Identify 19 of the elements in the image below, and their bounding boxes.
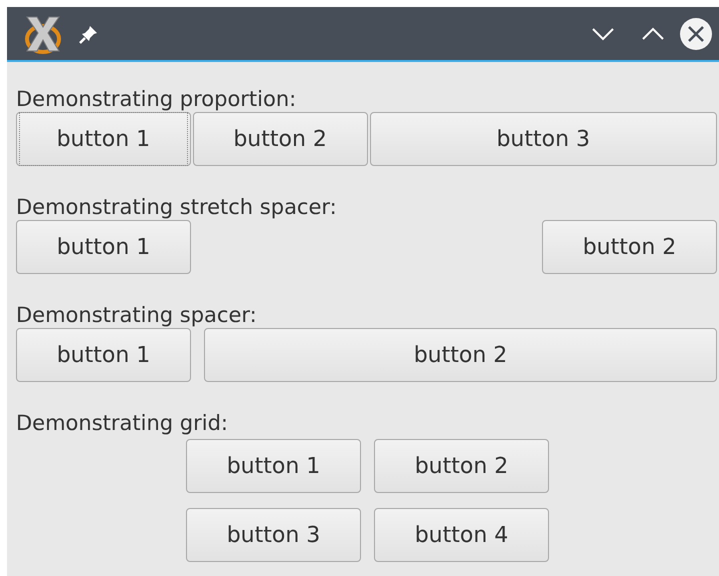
- push-button[interactable]: button 3: [186, 508, 361, 562]
- close-icon[interactable]: [679, 16, 713, 50]
- section-label: Demonstrating proportion:: [16, 86, 298, 112]
- push-button[interactable]: button 4: [374, 508, 549, 562]
- push-button[interactable]: button 2: [374, 439, 549, 493]
- push-button[interactable]: button 1: [16, 220, 191, 274]
- push-button[interactable]: button 3: [370, 112, 717, 166]
- push-button[interactable]: button 1: [186, 439, 361, 493]
- pin-icon[interactable]: [79, 24, 99, 44]
- push-button[interactable]: button 1: [16, 328, 191, 382]
- section-label: Demonstrating grid:: [16, 410, 229, 436]
- section-label: Demonstrating stretch spacer:: [16, 194, 338, 220]
- maximize-icon[interactable]: [641, 26, 665, 40]
- push-button[interactable]: button 1: [16, 112, 191, 166]
- push-button[interactable]: button 2: [192, 112, 368, 166]
- minimize-icon[interactable]: [591, 26, 615, 40]
- push-button[interactable]: button 2: [542, 220, 717, 274]
- push-button[interactable]: button 2: [204, 328, 717, 382]
- section-label: Demonstrating spacer:: [16, 302, 258, 328]
